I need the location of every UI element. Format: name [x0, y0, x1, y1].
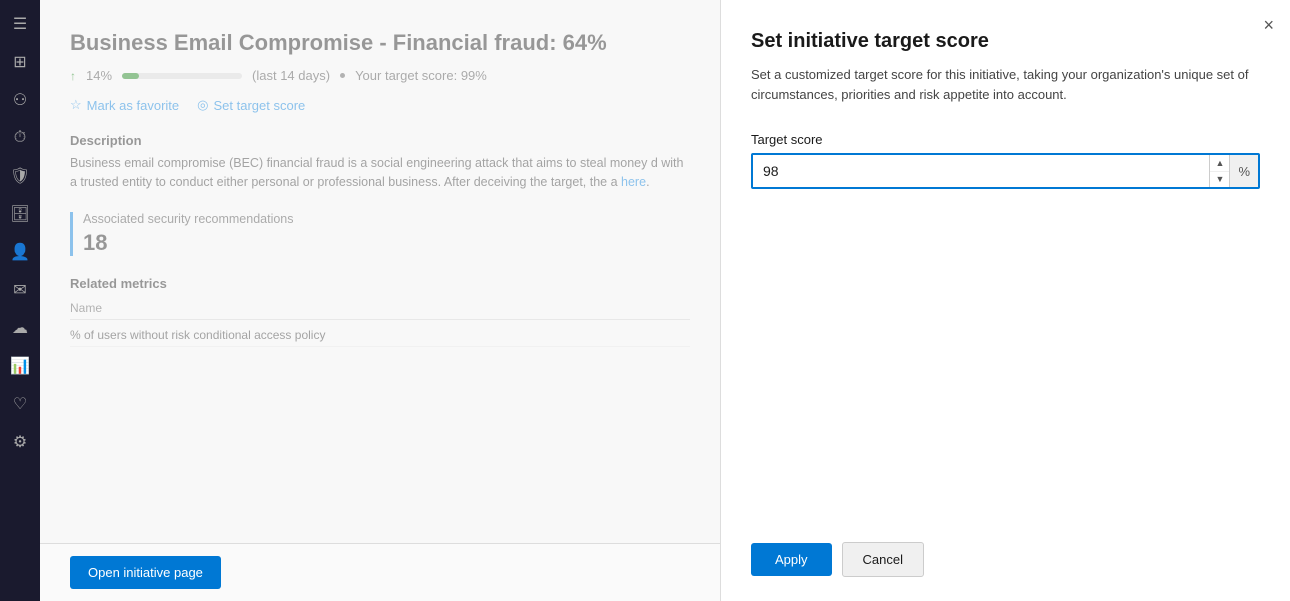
settings-icon[interactable]: ⚙	[4, 426, 36, 458]
shield-icon[interactable]: 🛡	[4, 160, 36, 192]
heart-icon[interactable]: ♡	[4, 388, 36, 420]
set-target-score-panel: × Set initiative target score Set a cust…	[720, 0, 1290, 601]
panel-title: Set initiative target score	[751, 30, 1260, 53]
open-initiative-button[interactable]: Open initiative page	[70, 556, 221, 589]
target-score-input-wrapper: ▲ ▼ %	[751, 153, 1260, 189]
close-button[interactable]: ×	[1263, 16, 1274, 34]
spinner-down-button[interactable]: ▼	[1210, 172, 1229, 188]
cloud-icon[interactable]: ☁	[4, 312, 36, 344]
main-content: Business Email Compromise - Financial fr…	[40, 0, 720, 601]
sidebar: ☰ ⊞ ⚇ ⏱ 🛡 🗄 👤 ✉ ☁ 📊 ♡ ⚙	[0, 0, 40, 601]
target-score-input[interactable]	[753, 155, 1209, 187]
mail-icon[interactable]: ✉	[4, 274, 36, 306]
menu-icon[interactable]: ☰	[4, 8, 36, 40]
chart-icon[interactable]: 📊	[4, 350, 36, 382]
spinner-up-button[interactable]: ▲	[1210, 155, 1229, 172]
percent-label: %	[1229, 155, 1258, 187]
panel-footer: Apply Cancel	[751, 542, 1260, 577]
bottom-bar: Open initiative page	[40, 543, 720, 601]
grid-icon[interactable]: ⊞	[4, 46, 36, 78]
target-score-label: Target score	[751, 132, 1260, 147]
user-icon[interactable]: 👤	[4, 236, 36, 268]
overlay	[40, 0, 720, 601]
panel-description: Set a customized target score for this i…	[751, 65, 1260, 104]
database-icon[interactable]: 🗄	[4, 198, 36, 230]
score-spinners: ▲ ▼	[1209, 155, 1229, 187]
clock-icon[interactable]: ⏱	[4, 122, 36, 154]
apply-button[interactable]: Apply	[751, 543, 832, 576]
cancel-button[interactable]: Cancel	[842, 542, 924, 577]
people-icon[interactable]: ⚇	[4, 84, 36, 116]
